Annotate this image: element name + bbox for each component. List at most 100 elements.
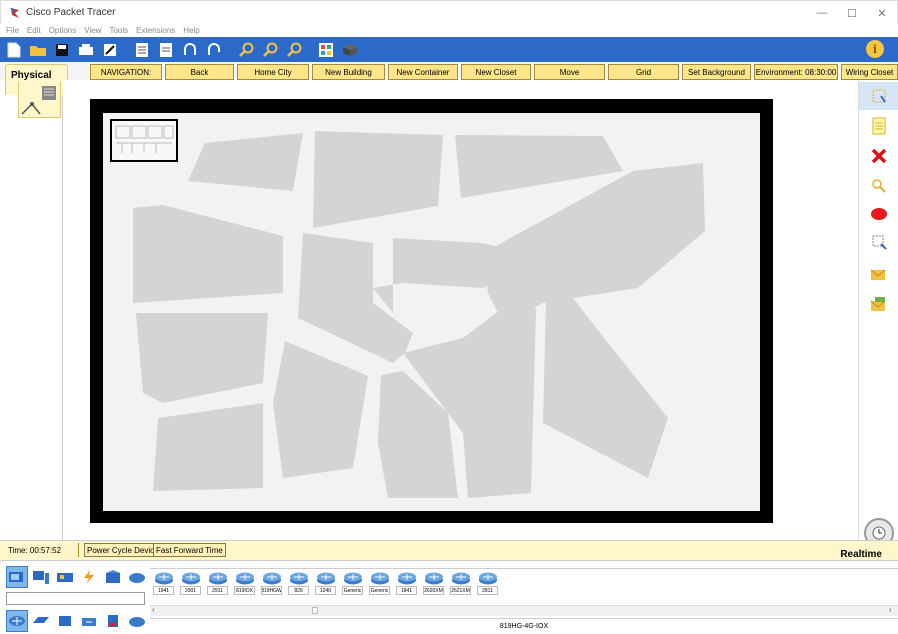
new-file-icon[interactable]: [4, 40, 24, 60]
zoom-reset-icon[interactable]: [260, 40, 280, 60]
save-icon[interactable]: [52, 40, 72, 60]
device-label: 1841: [396, 586, 417, 595]
open-folder-icon[interactable]: [28, 40, 48, 60]
paste-icon[interactable]: [156, 40, 176, 60]
scroll-right-icon[interactable]: ›: [889, 605, 892, 614]
undo-icon[interactable]: [180, 40, 200, 60]
router-2621xm-icon[interactable]: [451, 571, 471, 587]
device-label: 2620XM: [423, 586, 444, 595]
back-button[interactable]: Back: [165, 64, 234, 80]
router-generic-icon[interactable]: [370, 571, 390, 587]
custom-device-icon[interactable]: [340, 40, 360, 60]
menu-view[interactable]: View: [84, 26, 101, 35]
router-1841-icon[interactable]: [397, 571, 417, 587]
info-icon[interactable]: i: [866, 40, 884, 58]
palette-icon[interactable]: [316, 40, 336, 60]
fast-forward-time-button[interactable]: Fast Forward Time: [153, 543, 226, 557]
router-819hgw-icon[interactable]: [262, 571, 282, 587]
city-block: [188, 133, 303, 191]
components-icon[interactable]: [54, 566, 76, 588]
zoom-out-icon[interactable]: [284, 40, 304, 60]
menu-file[interactable]: File: [6, 26, 19, 35]
new-building-button[interactable]: New Building: [312, 64, 385, 80]
status-divider: [78, 543, 79, 557]
city-block: [313, 131, 443, 228]
close-button[interactable]: ✕: [867, 1, 897, 25]
zoom-in-icon[interactable]: [236, 40, 256, 60]
new-closet-button[interactable]: New Closet: [461, 64, 531, 80]
move-button[interactable]: Move: [534, 64, 605, 80]
building-minimap[interactable]: [110, 119, 178, 162]
router-1941-icon[interactable]: [154, 571, 174, 587]
router-2901-icon[interactable]: [181, 571, 201, 587]
switches-icon[interactable]: [30, 610, 52, 632]
redo-icon[interactable]: [204, 40, 224, 60]
wireless-icon[interactable]: [78, 610, 100, 632]
network-devices-icon[interactable]: [6, 566, 28, 588]
device-label: 1240: [315, 586, 336, 595]
note-tool-icon[interactable]: [859, 112, 898, 140]
connections-icon[interactable]: [78, 566, 100, 588]
add-simple-pdu-icon[interactable]: [859, 260, 898, 288]
menu-options[interactable]: Options: [49, 26, 77, 35]
inspect-tool-icon[interactable]: [859, 172, 898, 200]
device-list-scrollbar[interactable]: [150, 605, 898, 616]
menu-extensions[interactable]: Extensions: [136, 26, 175, 35]
minimize-button[interactable]: —: [807, 1, 837, 25]
router-2811-icon[interactable]: [478, 571, 498, 587]
realtime-mode-label[interactable]: Realtime: [840, 549, 882, 560]
router-generic-icon[interactable]: [343, 571, 363, 587]
home-city-button[interactable]: Home City: [237, 64, 309, 80]
router-2620xm-icon[interactable]: [424, 571, 444, 587]
city-block: [133, 205, 283, 303]
environment-button[interactable]: Environment: 08:30:00: [754, 64, 838, 80]
wiring-closet-button[interactable]: Wiring Closet: [841, 64, 898, 80]
router-829-icon[interactable]: [289, 571, 309, 587]
scrollbar-thumb[interactable]: [312, 607, 318, 614]
selected-device-model: 819HG-4G-IOX: [150, 618, 898, 634]
misc-icon[interactable]: [102, 566, 124, 588]
hubs-icon[interactable]: [54, 610, 76, 632]
menu-help[interactable]: Help: [183, 26, 199, 35]
wan-emulation-icon[interactable]: [126, 610, 148, 632]
select-tool-icon[interactable]: [859, 82, 898, 110]
resize-tool-icon[interactable]: [859, 228, 898, 256]
scroll-left-icon[interactable]: ‹: [152, 605, 155, 614]
city-map-canvas[interactable]: [103, 113, 760, 511]
copy-icon[interactable]: [132, 40, 152, 60]
main-toolbar: i: [0, 37, 898, 62]
delete-tool-icon[interactable]: [859, 142, 898, 170]
maximize-button[interactable]: ☐: [837, 1, 867, 25]
packet-tracer-logo-icon: [9, 7, 21, 19]
cluster-icon: [20, 84, 60, 118]
device-search-input[interactable]: [6, 592, 145, 605]
print-icon[interactable]: [76, 40, 96, 60]
device-label: 1941: [153, 586, 174, 595]
city-block: [153, 403, 263, 491]
title-bar: Cisco Packet Tracer — ☐ ✕: [0, 0, 898, 24]
routers-icon[interactable]: [6, 610, 28, 632]
activity-wizard-icon[interactable]: [100, 40, 120, 60]
device-label: 2911: [207, 586, 228, 595]
router-1240-icon[interactable]: [316, 571, 336, 587]
security-icon[interactable]: [102, 610, 124, 632]
city-block: [455, 135, 623, 198]
end-devices-icon[interactable]: [30, 566, 52, 588]
set-background-button[interactable]: Set Background: [682, 64, 751, 80]
router-819iox-icon[interactable]: [235, 571, 255, 587]
draw-ellipse-tool-icon[interactable]: [859, 200, 898, 228]
device-label: Generic: [369, 586, 390, 595]
add-complex-pdu-icon[interactable]: [859, 290, 898, 318]
device-subcategory-row: [6, 610, 150, 632]
grid-button[interactable]: Grid: [608, 64, 679, 80]
menu-edit[interactable]: Edit: [27, 26, 41, 35]
city-block: [136, 313, 268, 403]
new-container-button[interactable]: New Container: [388, 64, 458, 80]
router-2911-icon[interactable]: [208, 571, 228, 587]
navigation-label: NAVIGATION:: [90, 64, 162, 80]
multiuser-icon[interactable]: [126, 566, 148, 588]
device-label: 2811: [477, 586, 498, 595]
left-panel: [0, 95, 63, 540]
menu-bar: File Edit Options View Tools Extensions …: [0, 24, 898, 37]
menu-tools[interactable]: Tools: [109, 26, 128, 35]
